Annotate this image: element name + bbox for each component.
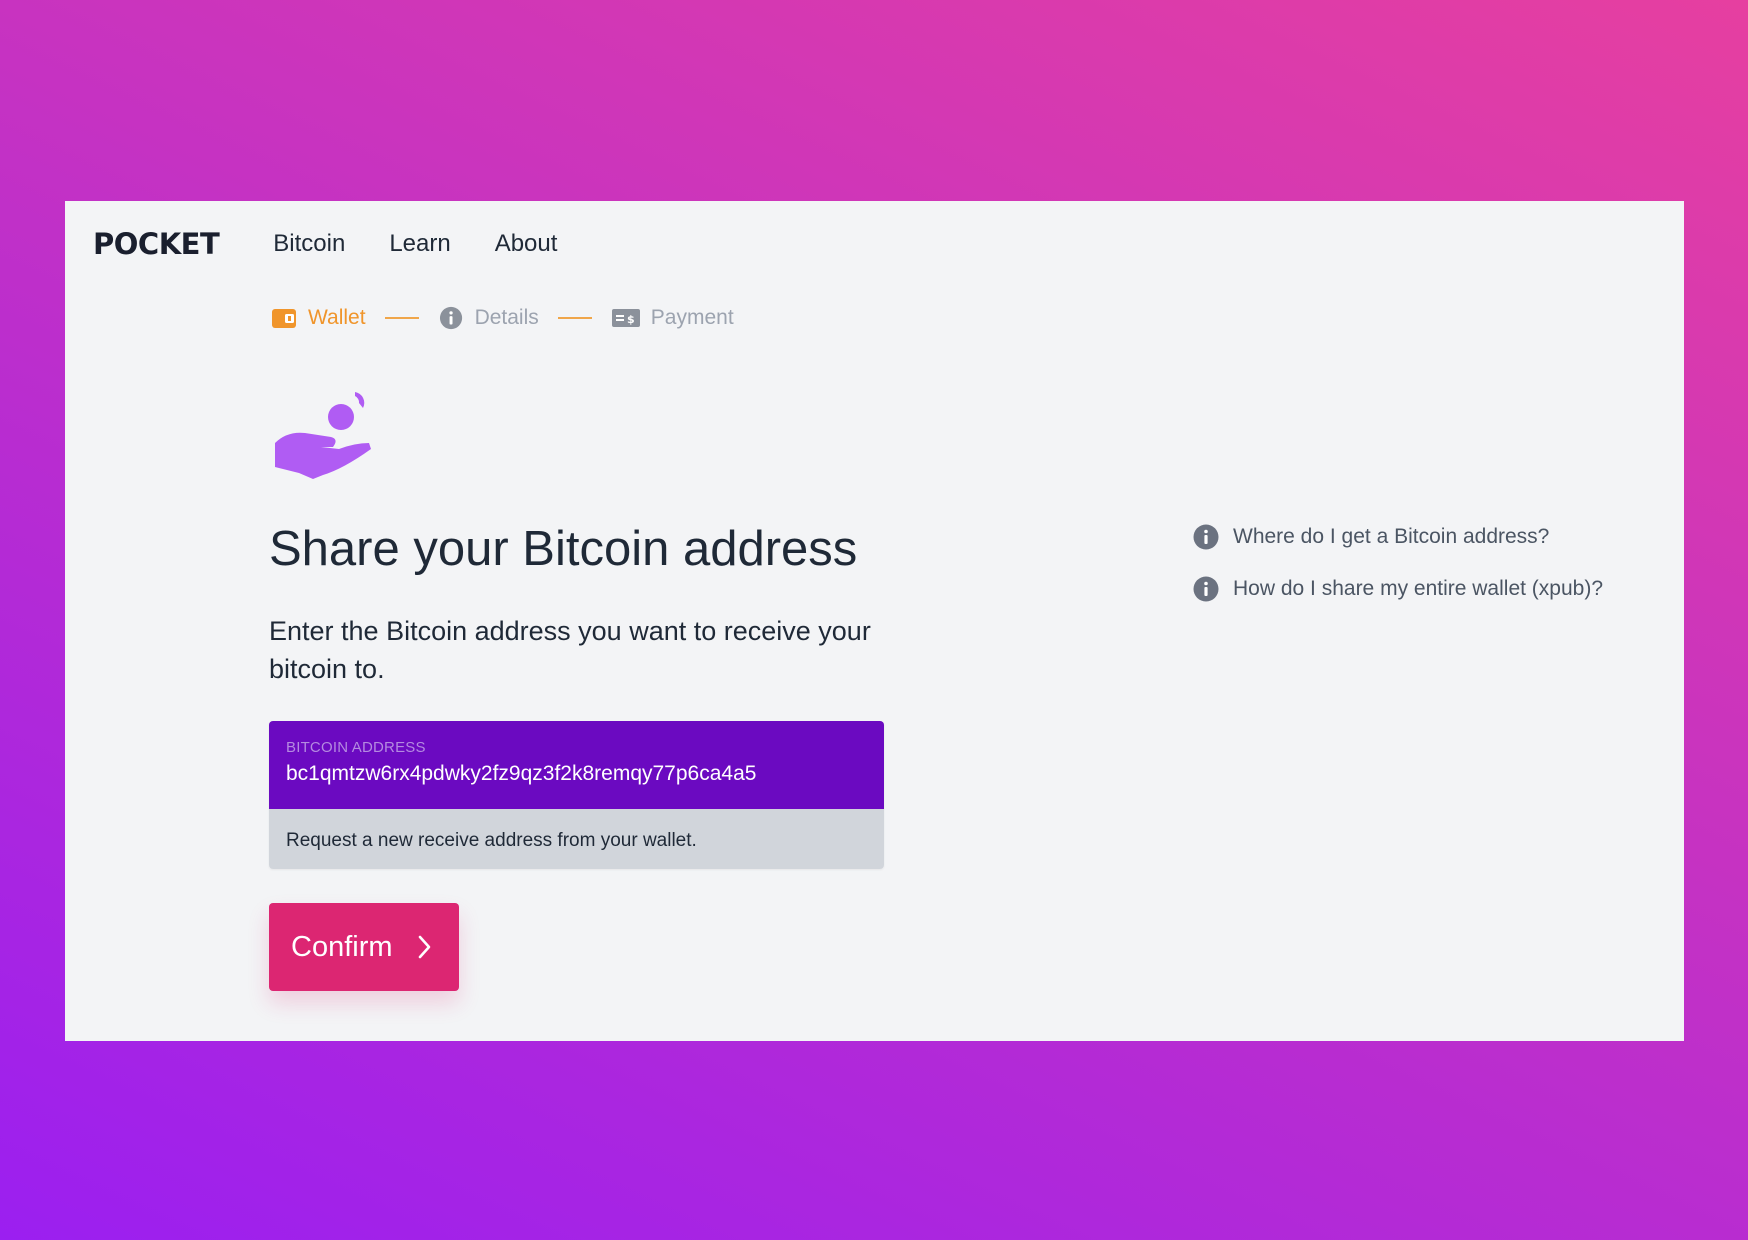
faq-links: Where do I get a Bitcoin address? How do… — [1193, 524, 1603, 628]
step-label-payment: Payment — [650, 306, 734, 329]
nav-link-bitcoin[interactable]: Bitcoin — [273, 230, 345, 258]
bitcoin-address-field[interactable]: Bitcoin Address bc1qmtzw6rx4pdwky2fz9qz3… — [269, 721, 884, 869]
nav-link-about[interactable]: About — [495, 230, 558, 258]
confirm-label: Confirm — [291, 930, 393, 963]
step-connector — [384, 317, 419, 319]
page-title: Share your Bitcoin address — [269, 522, 858, 576]
logo[interactable]: POCKET — [93, 227, 220, 261]
wallet-icon — [272, 309, 296, 328]
faq-label[interactable]: Where do I get a Bitcoin address? — [1233, 525, 1549, 549]
faq-label[interactable]: How do I share my entire wallet (xpub)? — [1233, 577, 1603, 601]
step-details: Details — [438, 306, 539, 330]
step-payment: $ Payment — [611, 306, 734, 330]
address-input-area[interactable]: Bitcoin Address bc1qmtzw6rx4pdwky2fz9qz3… — [269, 721, 884, 809]
step-connector — [557, 317, 592, 319]
confirm-button[interactable]: Confirm — [269, 903, 459, 991]
app-window: POCKET Bitcoin Learn About Wallet Detail… — [65, 201, 1684, 1041]
svg-text:$: $ — [627, 313, 635, 326]
hand-receiving-coin-icon — [275, 392, 371, 479]
top-nav: POCKET Bitcoin Learn About — [93, 227, 601, 261]
faq-link-share-xpub[interactable]: How do I share my entire wallet (xpub)? — [1193, 576, 1603, 602]
address-label: Bitcoin Address — [286, 739, 426, 756]
address-value[interactable]: bc1qmtzw6rx4pdwky2fz9qz3f2k8remqy77p6ca4… — [286, 762, 867, 786]
progress-steps: Wallet Details $ Payment — [271, 306, 734, 330]
step-label-details: Details — [474, 306, 539, 329]
nav-link-learn[interactable]: Learn — [389, 230, 450, 258]
info-icon — [439, 306, 462, 330]
info-icon — [1193, 576, 1219, 602]
info-icon — [1193, 524, 1219, 550]
faq-link-get-address[interactable]: Where do I get a Bitcoin address? — [1193, 524, 1603, 550]
step-wallet: Wallet — [271, 306, 366, 330]
step-label-wallet: Wallet — [308, 306, 366, 329]
payment-icon: $ — [611, 309, 640, 327]
chevron-right-icon — [418, 935, 430, 959]
address-hint: Request a new receive address from your … — [269, 809, 884, 869]
page-subtitle: Enter the Bitcoin address you want to re… — [269, 616, 871, 684]
